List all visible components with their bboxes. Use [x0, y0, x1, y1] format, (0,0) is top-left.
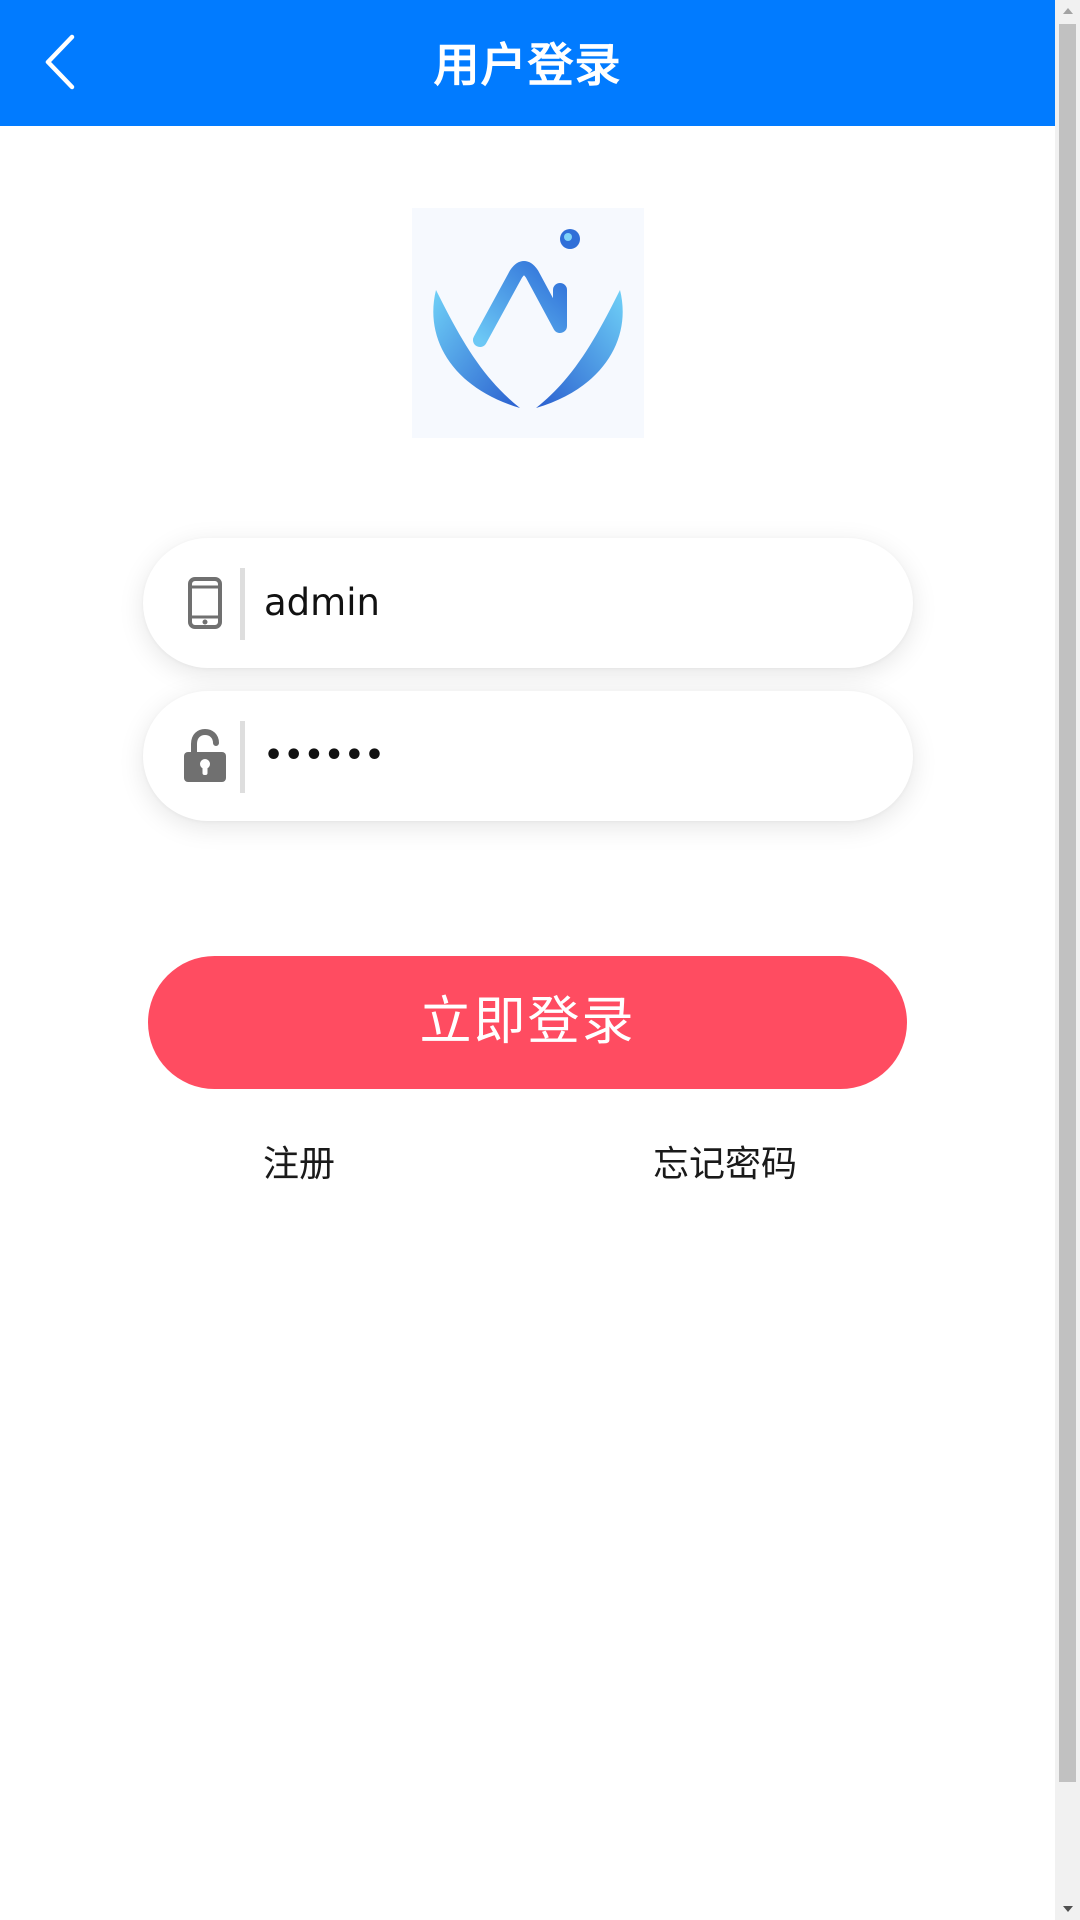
- vertical-scrollbar[interactable]: [1055, 0, 1080, 1920]
- phone-icon: [165, 563, 245, 643]
- username-field[interactable]: admin: [143, 538, 913, 668]
- password-input[interactable]: ••••••: [264, 691, 385, 821]
- ai-logo-icon: [433, 229, 623, 408]
- field-divider: [240, 568, 245, 640]
- scrollbar-thumb[interactable]: [1059, 24, 1076, 1782]
- scroll-down-arrow[interactable]: [1055, 1898, 1080, 1920]
- scroll-up-arrow[interactable]: [1055, 0, 1080, 22]
- forgot-password-link[interactable]: 忘记密码: [653, 1140, 797, 1190]
- login-button[interactable]: 立即登录: [148, 956, 907, 1089]
- field-divider: [240, 721, 245, 793]
- password-field[interactable]: ••••••: [143, 691, 913, 821]
- unlock-icon: [165, 716, 245, 796]
- page-title: 用户登录: [433, 38, 622, 92]
- app-logo: [412, 208, 644, 438]
- register-link[interactable]: 注册: [263, 1140, 335, 1190]
- header-bar: 用户登录: [0, 0, 1055, 126]
- username-input[interactable]: admin: [264, 538, 380, 668]
- login-page: 用户登录 admin •••••• 立即登录 注册 忘记密码: [0, 0, 1055, 1920]
